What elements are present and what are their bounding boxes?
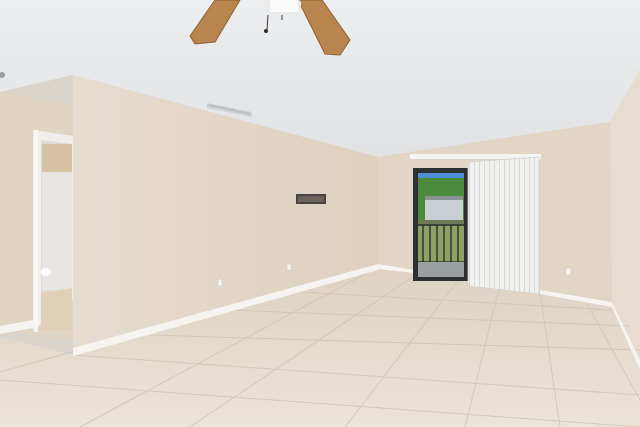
bathroom-doorway bbox=[33, 130, 73, 332]
wall-outlet bbox=[565, 267, 572, 276]
sliding-door bbox=[413, 168, 469, 281]
room-photo bbox=[0, 0, 640, 427]
wall-hanging bbox=[296, 194, 326, 204]
wall-outlet bbox=[286, 263, 292, 271]
wall-outlet bbox=[217, 278, 223, 287]
room-illustration bbox=[0, 0, 640, 427]
